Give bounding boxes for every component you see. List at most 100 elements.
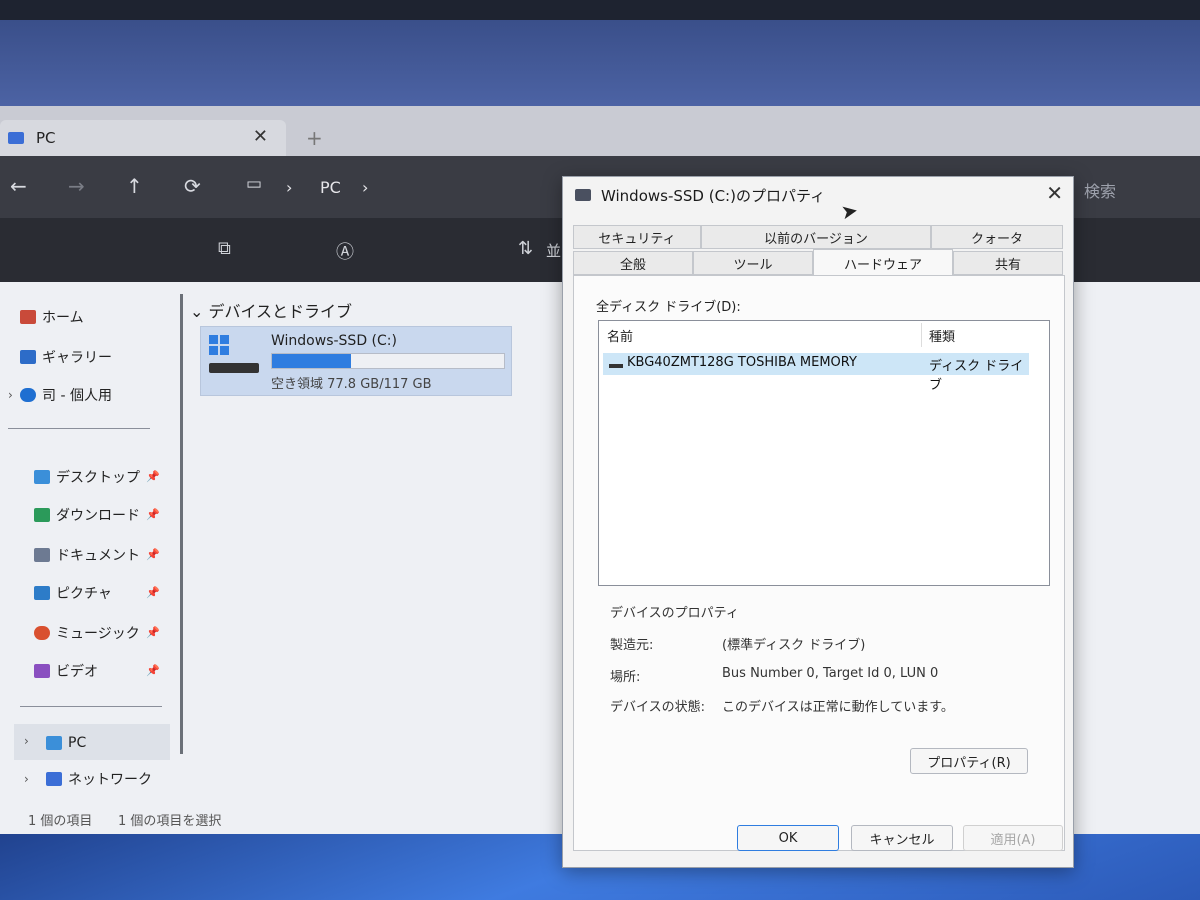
pin-icon[interactable]: 📌 [146, 626, 160, 639]
hardware-panel: 全ディスク ドライブ(D): 名前 種類 KBG40ZMT128G TOSHIB… [573, 275, 1065, 851]
rename-icon[interactable]: Ⓐ [336, 238, 354, 264]
chevron-right-icon[interactable]: › [24, 734, 29, 748]
drive-tile-c[interactable]: Windows-SSD (C:) 空き領域 77.8 GB/117 GB [200, 326, 512, 396]
sidebar-item-documents[interactable]: ドキュメント [34, 542, 140, 568]
apply-button[interactable]: 適用(A) [963, 825, 1063, 851]
refresh-button[interactable]: ⟳ [184, 174, 201, 198]
breadcrumb-separator-2[interactable]: › [362, 178, 368, 197]
close-icon[interactable]: ✕ [1046, 181, 1063, 205]
pc-icon [8, 132, 24, 144]
sidebar-item-home[interactable]: ホーム [20, 304, 84, 330]
back-button[interactable]: ← [10, 174, 27, 198]
pin-icon[interactable]: 📌 [146, 548, 160, 561]
tab-title: PC [36, 129, 56, 147]
column-type[interactable]: 種類 [929, 323, 955, 347]
network-icon [46, 772, 62, 786]
pin-icon[interactable]: 📌 [146, 586, 160, 599]
new-tab-button[interactable]: + [306, 126, 323, 150]
device-properties-title: デバイスのプロパティ [610, 606, 739, 621]
cancel-button[interactable]: キャンセル [851, 825, 953, 851]
document-icon [34, 548, 50, 562]
music-icon [34, 626, 50, 640]
breadcrumb-pc[interactable]: PC [320, 178, 341, 197]
pin-icon[interactable]: 📌 [146, 470, 160, 483]
dialog-tabs: セキュリティ 以前のバージョン クォータ 全般 ツール ハードウェア 共有 [573, 225, 1063, 277]
navigation-pane: ホーム ギャラリー › 司 - 個人用 デスクトップ 📌 ダウンロード 📌 ドキ… [0, 282, 180, 792]
ok-button[interactable]: OK [737, 825, 839, 851]
breadcrumb-separator: › [286, 178, 293, 197]
sidebar-item-music[interactable]: ミュージック [34, 620, 140, 646]
search-input[interactable]: 検索 [1084, 178, 1116, 202]
sidebar-item-pc[interactable]: PC [46, 730, 86, 756]
location-label: 場所: [610, 670, 641, 685]
sidebar-divider [8, 428, 150, 429]
sidebar-item-network[interactable]: ネットワーク [46, 766, 152, 792]
sidebar-item-downloads[interactable]: ダウンロード [34, 502, 140, 528]
manufacturer-value: (標準ディスク ドライブ) [722, 638, 866, 653]
selected-count: 1 個の項目を選択 [118, 814, 222, 829]
copy-icon[interactable]: ⧉ [218, 238, 231, 259]
tab-security[interactable]: セキュリティ [573, 225, 701, 249]
drive-usage-fill [272, 354, 351, 368]
sidebar-item-gallery[interactable]: ギャラリー [20, 344, 112, 370]
windows-logo-icon [209, 335, 229, 355]
tab-previous-versions[interactable]: 以前のバージョン [701, 225, 931, 249]
tab-pc[interactable]: PC ✕ [0, 120, 286, 156]
cloud-icon [20, 388, 36, 402]
disk-drives-list[interactable]: 名前 種類 KBG40ZMT128G TOSHIBA MEMORY ディスク ド… [598, 320, 1050, 586]
device-status-label: デバイスの状態: [610, 700, 705, 715]
location-value: Bus Number 0, Target Id 0, LUN 0 [722, 666, 939, 681]
sidebar-item-pictures[interactable]: ピクチャ [34, 580, 112, 606]
tab-tools[interactable]: ツール [693, 251, 813, 275]
tab-hardware[interactable]: ハードウェア [813, 249, 953, 277]
disk-drive-icon [609, 364, 623, 368]
section-devices-and-drives[interactable]: ⌄ デバイスとドライブ [190, 298, 352, 322]
tab-general[interactable]: 全般 [573, 251, 693, 275]
tab-quota[interactable]: クォータ [931, 225, 1063, 249]
monitor-icon: ▭ [246, 174, 263, 194]
device-status-value: このデバイスは正常に動作しています。 [722, 700, 954, 715]
status-bar: 1 個の項目 1 個の項目を選択 [12, 806, 572, 830]
hard-drive-icon [209, 363, 259, 373]
chevron-down-icon: ⌄ [190, 302, 209, 321]
drive-icon [575, 189, 591, 201]
up-button[interactable]: ↑ [126, 174, 143, 198]
tab-sharing[interactable]: 共有 [953, 251, 1063, 275]
manufacturer-label: 製造元: [610, 638, 654, 653]
column-divider [921, 323, 922, 347]
pin-icon[interactable]: 📌 [146, 664, 160, 677]
list-item[interactable]: KBG40ZMT128G TOSHIBA MEMORY ディスク ドライブ [603, 353, 1029, 393]
pin-icon[interactable]: 📌 [146, 508, 160, 521]
forward-button[interactable]: → [68, 174, 85, 198]
pc-icon [46, 736, 62, 750]
column-name[interactable]: 名前 [607, 323, 633, 347]
sort-label[interactable]: 並 [546, 240, 561, 261]
properties-dialog: Windows-SSD (C:)のプロパティ ✕ ➤ セキュリティ 以前のバージ… [562, 176, 1074, 868]
dialog-title: Windows-SSD (C:)のプロパティ [601, 186, 826, 205]
chevron-right-icon[interactable]: › [24, 772, 29, 786]
item-count: 1 個の項目 [28, 814, 93, 829]
drive-model: KBG40ZMT128G TOSHIBA MEMORY [627, 355, 857, 370]
dialog-title-bar[interactable]: Windows-SSD (C:)のプロパティ [563, 177, 1073, 213]
sidebar-item-desktop[interactable]: デスクトップ [34, 464, 140, 490]
chevron-right-icon[interactable]: › [8, 388, 13, 402]
gallery-icon [20, 350, 36, 364]
disk-drives-label: 全ディスク ドライブ(D): [596, 300, 741, 315]
sidebar-item-pc-highlight [14, 724, 170, 760]
sidebar-item-videos[interactable]: ビデオ [34, 658, 98, 684]
sidebar-divider-2 [20, 706, 162, 707]
drive-name: Windows-SSD (C:) [271, 333, 397, 349]
close-tab-icon[interactable]: ✕ [253, 126, 268, 147]
drive-free-space: 空き領域 77.8 GB/117 GB [271, 377, 432, 392]
download-icon [34, 508, 50, 522]
sidebar-item-onedrive[interactable]: 司 - 個人用 [20, 382, 112, 408]
sort-icon[interactable]: ⇅ [518, 238, 533, 259]
desktop-wallpaper-top [0, 20, 1200, 120]
sidebar-scrollbar[interactable] [180, 294, 183, 754]
monitor-bezel [0, 0, 1200, 20]
pictures-icon [34, 586, 50, 600]
home-icon [20, 310, 36, 324]
properties-button[interactable]: プロパティ(R) [910, 748, 1028, 774]
drive-usage-bar [271, 353, 505, 369]
tab-bar: PC ✕ + [0, 106, 1200, 156]
